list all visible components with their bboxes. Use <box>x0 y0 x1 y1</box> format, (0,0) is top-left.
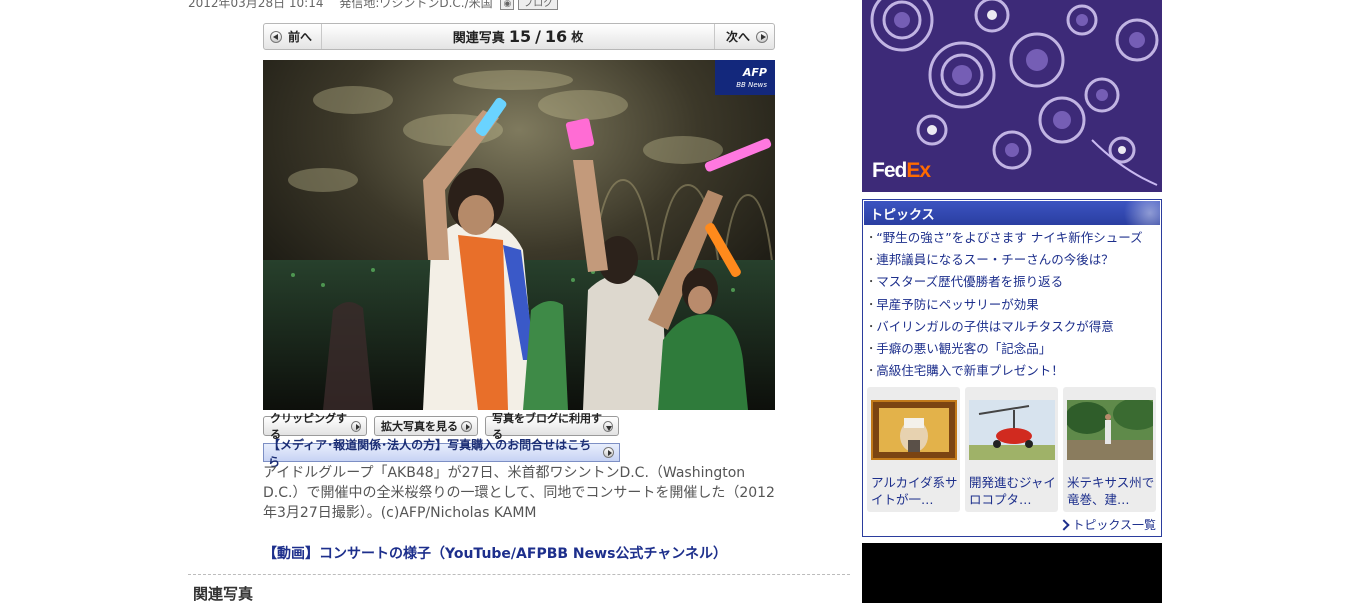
arrow-left-icon <box>270 30 282 43</box>
topic-item[interactable]: ･連邦議員になるスー・チーさんの今後は？ <box>868 249 1143 271</box>
related-photos-heading: 関連写真 <box>193 585 254 603</box>
pager-separator: / <box>535 27 541 46</box>
arrow-right-icon <box>603 447 614 458</box>
fedex-advertisement[interactable]: FedEx <box>862 0 1162 192</box>
prev-button[interactable]: 前へ <box>264 24 322 49</box>
arrow-right-icon <box>350 420 361 432</box>
article-location: 発信地:ワシントンD.C./米国 <box>339 0 493 10</box>
pager-label: 関連写真 <box>452 31 505 46</box>
topic-item[interactable]: ･高級住宅購入で新車プレゼント！ <box>868 360 1143 382</box>
section-divider <box>188 574 850 575</box>
ad-placeholder <box>862 543 1162 603</box>
use-photo-in-blog-button[interactable]: 写真をブログに利用する <box>485 412 619 441</box>
afp-logo-text: AFP <box>742 66 767 79</box>
fedex-logo: FedEx <box>872 159 931 183</box>
clipping-button[interactable]: クリッピングする <box>263 412 367 441</box>
photo-pager: 前へ 関連写真 15 / 16 枚 次へ <box>263 23 775 50</box>
globe-icon[interactable]: ◉ <box>500 0 515 10</box>
concert-photo-image <box>263 60 775 410</box>
article-date: 2012年03月28日 10:14 <box>188 0 324 10</box>
thumb-image <box>871 400 957 460</box>
pager-total: 16 <box>544 27 568 46</box>
article-meta: 2012年03月28日 10:14 発信地:ワシントンD.C./米国 ◉ ブログ <box>188 0 559 11</box>
thumb-caption: アルカイダ系サイトが一… <box>871 475 958 507</box>
afp-logo: AFP BB News <box>715 60 775 95</box>
topic-item[interactable]: ･バイリンガルの子供はマルチタスクが得意 <box>868 316 1143 338</box>
pager-current: 15 <box>508 27 532 46</box>
prev-label: 前へ <box>288 30 313 44</box>
afp-logo-subtext: BB News <box>736 81 767 89</box>
enlarge-photo-button[interactable]: 拡大写真を見る <box>374 416 478 436</box>
arrow-right-icon <box>756 30 768 43</box>
topic-thumb-2[interactable]: 開発進むジャイロコプタ… <box>965 387 1058 512</box>
header-decoration <box>1120 201 1160 225</box>
topics-list: ･ “野生の強さ”をよびさます ナイキ新作シューズ ･連邦議員になるスー・チーさん… <box>868 227 1143 382</box>
topic-item[interactable]: ･早産予防にペッサリーが効果 <box>868 294 1143 316</box>
chevron-down-icon <box>602 420 613 432</box>
blog-button[interactable]: ブログ <box>518 0 559 10</box>
thumb-caption: 開発進むジャイロコプタ… <box>969 475 1056 507</box>
thumb-image <box>969 400 1055 460</box>
enlarge-label: 拡大写真を見る <box>381 420 458 433</box>
arrow-right-icon <box>1058 518 1071 531</box>
topics-title: トピックス <box>870 208 935 223</box>
topics-more-link[interactable]: トピックス一覧 <box>1058 516 1156 533</box>
next-label: 次へ <box>725 30 750 44</box>
thumb-caption: 米テキサス州で竜巻、建… <box>1067 475 1155 507</box>
topic-item[interactable]: ･手癖の悪い観光客の「記念品」 <box>868 338 1143 360</box>
topic-item[interactable]: ･マスターズ歴代優勝者を振り返る <box>868 271 1143 293</box>
fedex-logo-fed: Fed <box>872 159 907 182</box>
thumb-image <box>1067 400 1153 460</box>
pager-counter: 関連写真 15 / 16 枚 <box>324 24 712 49</box>
topics-panel: トピックス ･ “野生の強さ”をよびさます ナイキ新作シューズ ･連邦議員になるス… <box>862 199 1162 537</box>
topic-thumb-3[interactable]: 米テキサス州で竜巻、建… <box>1063 387 1156 512</box>
video-link[interactable]: 【動画】コンサートの様子（YouTube/AFPBB News公式チャンネル） <box>263 543 727 563</box>
media-inquiry-button[interactable]: 【メディア･報道関係･法人の方】写真購入のお問合せはこちら <box>263 438 620 469</box>
photo-caption: アイドルグループ「AKB48」が27日、米首都ワシントンD.C.（Washing… <box>263 465 775 521</box>
fedex-logo-ex: Ex <box>906 159 931 182</box>
next-button[interactable]: 次へ <box>714 24 774 49</box>
topic-item[interactable]: ･ “野生の強さ”をよびさます ナイキ新作シューズ <box>868 227 1143 249</box>
topic-thumb-1[interactable]: アルカイダ系サイトが一… <box>867 387 960 512</box>
main-photo[interactable]: AFP BB News <box>263 60 775 410</box>
topics-header: トピックス <box>864 201 1160 225</box>
arrow-right-icon <box>461 420 472 432</box>
pager-unit: 枚 <box>571 30 584 44</box>
topics-more-label: トピックス一覧 <box>1072 518 1156 532</box>
